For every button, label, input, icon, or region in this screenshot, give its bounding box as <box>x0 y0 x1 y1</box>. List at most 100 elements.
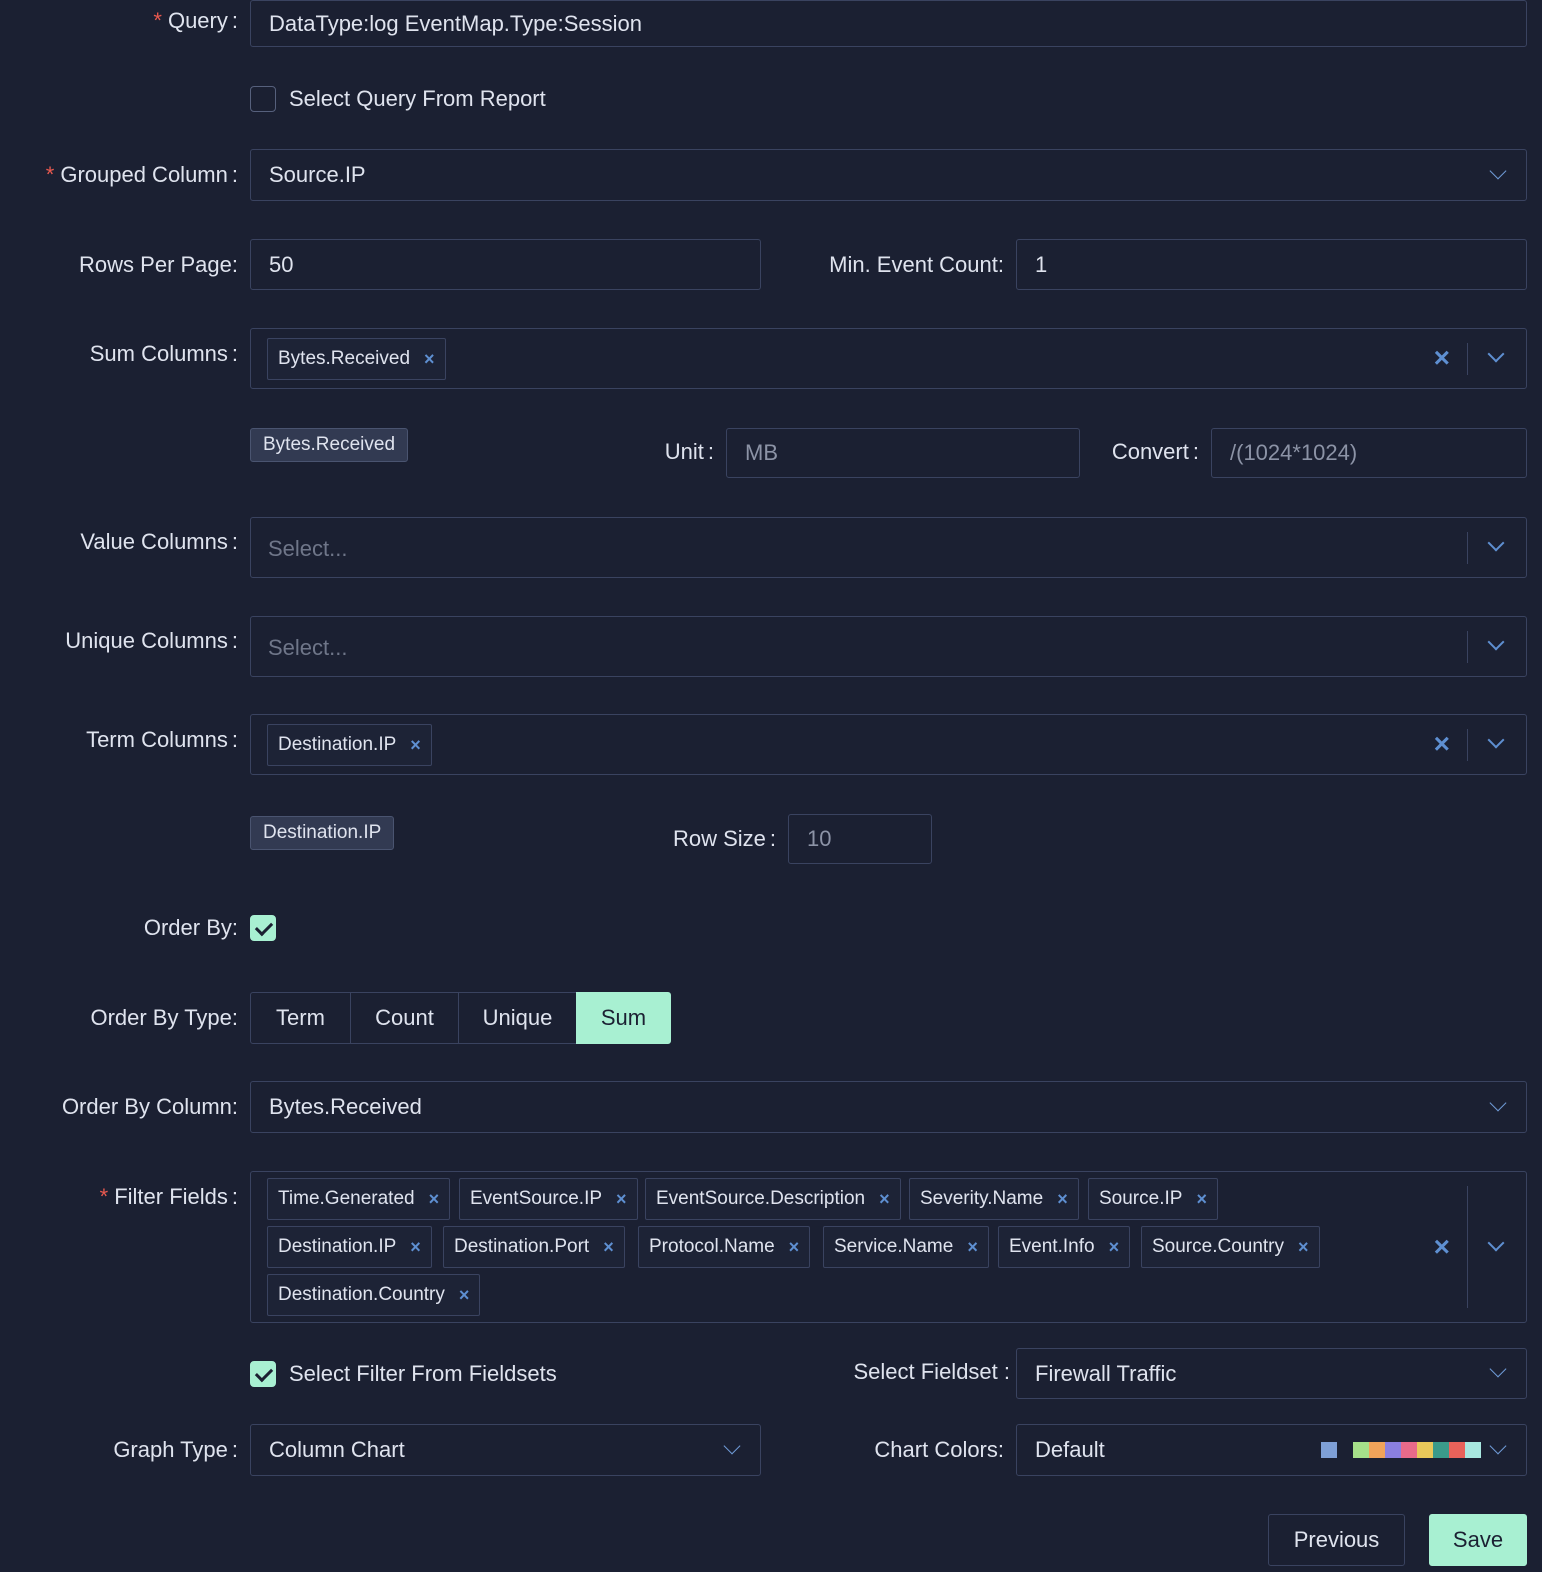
chevron-down-icon[interactable] <box>1487 534 1505 552</box>
filter-field-tag: EventSource.IP × <box>459 1178 638 1220</box>
min-event-count-label: Min. Event Count: <box>829 252 1004 277</box>
filter-field-tag: Service.Name × <box>823 1226 989 1268</box>
filter-field-tag: Destination.IP × <box>267 1226 432 1268</box>
remove-tag-icon[interactable]: × <box>1196 1189 1207 1210</box>
select-fieldset-label: Select Fieldset : <box>853 1359 1010 1384</box>
value-columns-label: Value Columns: <box>80 529 238 554</box>
remove-tag-icon[interactable]: × <box>1109 1237 1120 1258</box>
min-event-count-input[interactable]: 1 <box>1016 239 1527 290</box>
remove-tag-icon[interactable]: × <box>1057 1189 1068 1210</box>
remove-tag-icon[interactable]: × <box>410 1237 421 1258</box>
order-by-column-label: Order By Column: <box>61 1094 238 1119</box>
color-swatch <box>1337 1442 1353 1458</box>
select-filter-from-fieldsets-checkbox[interactable] <box>250 1361 276 1387</box>
grouped-column-select[interactable]: Source.IP <box>250 149 1527 201</box>
select-fieldset-select[interactable]: Firewall Traffic <box>1016 1348 1527 1399</box>
row-size-input[interactable]: 10 <box>788 814 932 864</box>
order-by-label: Order By: <box>143 915 238 940</box>
select-query-from-report-checkbox[interactable] <box>250 86 276 112</box>
order-by-type-label: Order By Type: <box>90 1005 238 1030</box>
remove-tag-icon[interactable]: × <box>410 735 421 756</box>
order-type-term[interactable]: Term <box>250 992 351 1044</box>
color-swatch <box>1353 1442 1369 1458</box>
remove-tag-icon[interactable]: × <box>879 1189 890 1210</box>
unique-columns-label: Unique Columns: <box>65 628 238 653</box>
chevron-down-icon <box>1489 162 1507 180</box>
filter-field-tag: Destination.Port × <box>443 1226 625 1268</box>
filter-field-tag: Severity.Name × <box>909 1178 1079 1220</box>
filter-field-tag: Source.IP × <box>1088 1178 1218 1220</box>
unit-input[interactable]: MB <box>726 428 1080 478</box>
filter-field-tag: EventSource.Description × <box>645 1178 901 1220</box>
rows-per-page-input[interactable]: 50 <box>250 239 761 290</box>
filter-field-tag: Event.Info × <box>998 1226 1131 1268</box>
remove-tag-icon[interactable]: × <box>424 349 435 370</box>
query-label: * Query: <box>153 8 238 33</box>
color-swatch <box>1385 1442 1401 1458</box>
remove-tag-icon[interactable]: × <box>1298 1237 1309 1258</box>
chevron-down-icon[interactable] <box>1487 1234 1505 1252</box>
select-filter-from-fieldsets-label: Select Filter From Fieldsets <box>289 1361 557 1386</box>
sum-columns-select[interactable]: Bytes.Received × × <box>250 328 1527 389</box>
rows-per-page-label: Rows Per Page: <box>79 252 238 277</box>
chevron-down-icon <box>723 1437 741 1455</box>
sum-columns-label: Sum Columns: <box>89 341 238 366</box>
save-button[interactable]: Save <box>1429 1514 1527 1566</box>
chevron-down-icon <box>1489 1360 1507 1378</box>
filter-field-tag: Source.Country × <box>1141 1226 1320 1268</box>
term-columns-label: Term Columns: <box>86 727 238 752</box>
order-by-checkbox[interactable] <box>250 915 276 941</box>
order-by-column-select[interactable]: Bytes.Received <box>250 1081 1527 1133</box>
row-size-label: Row Size: <box>672 826 776 851</box>
unique-columns-placeholder: Select... <box>268 635 348 660</box>
graph-type-label: Graph Type: <box>113 1437 238 1462</box>
filter-field-tag: Protocol.Name × <box>638 1226 811 1268</box>
grouped-column-label: * Grouped Column: <box>45 162 238 187</box>
remove-tag-icon[interactable]: × <box>603 1237 614 1258</box>
convert-input[interactable]: /(1024*1024) <box>1211 428 1527 478</box>
value-columns-placeholder: Select... <box>268 536 348 561</box>
remove-tag-icon[interactable]: × <box>967 1237 978 1258</box>
select-query-from-report-label: Select Query From Report <box>289 86 546 111</box>
chevron-down-icon[interactable] <box>1487 633 1505 651</box>
previous-button[interactable]: Previous <box>1268 1514 1405 1566</box>
convert-label: Convert: <box>1111 439 1199 464</box>
filter-field-tag: Destination.Country × <box>267 1274 481 1316</box>
sum-column-tag: Bytes.Received × <box>267 338 446 380</box>
chart-colors-select[interactable]: Default <box>1016 1424 1527 1476</box>
chart-colors-label: Chart Colors: <box>874 1437 1004 1462</box>
color-palette-preview <box>1321 1425 1491 1475</box>
remove-tag-icon[interactable]: × <box>789 1237 800 1258</box>
color-swatch <box>1369 1442 1385 1458</box>
value-columns-select[interactable]: Select... <box>250 517 1527 578</box>
color-swatch <box>1417 1442 1433 1458</box>
unique-columns-select[interactable]: Select... <box>250 616 1527 677</box>
remove-tag-icon[interactable]: × <box>429 1189 440 1210</box>
filter-field-tag: Time.Generated × <box>267 1178 451 1220</box>
unit-label: Unit: <box>664 439 714 464</box>
chevron-down-icon <box>1489 1094 1507 1112</box>
filter-fields-select[interactable]: Time.Generated × EventSource.IP × EventSou… <box>250 1171 1527 1323</box>
order-type-sum[interactable]: Sum <box>576 992 671 1044</box>
color-swatch <box>1321 1442 1337 1458</box>
color-swatch <box>1449 1442 1465 1458</box>
clear-icon[interactable]: × <box>1434 730 1450 758</box>
graph-type-select[interactable]: Column Chart <box>250 1424 761 1476</box>
order-type-count[interactable]: Count <box>350 992 459 1044</box>
order-type-unique[interactable]: Unique <box>458 992 577 1044</box>
term-columns-select[interactable]: Destination.IP × × <box>250 714 1527 775</box>
chevron-down-icon[interactable] <box>1487 345 1505 363</box>
color-swatch <box>1401 1442 1417 1458</box>
remove-tag-icon[interactable]: × <box>459 1285 470 1306</box>
sum-column-chip: Bytes.Received <box>250 428 409 462</box>
chevron-down-icon[interactable] <box>1487 731 1505 749</box>
remove-tag-icon[interactable]: × <box>616 1189 627 1210</box>
query-input[interactable]: DataType:log EventMap.Type:Session <box>250 0 1527 47</box>
term-column-tag: Destination.IP × <box>267 724 432 766</box>
clear-icon[interactable]: × <box>1434 344 1450 372</box>
color-swatch <box>1465 1442 1481 1458</box>
clear-icon[interactable]: × <box>1434 1233 1450 1261</box>
chevron-down-icon <box>1489 1437 1507 1455</box>
filter-fields-label: * Filter Fields: <box>99 1184 238 1209</box>
term-column-chip: Destination.IP <box>250 816 395 850</box>
